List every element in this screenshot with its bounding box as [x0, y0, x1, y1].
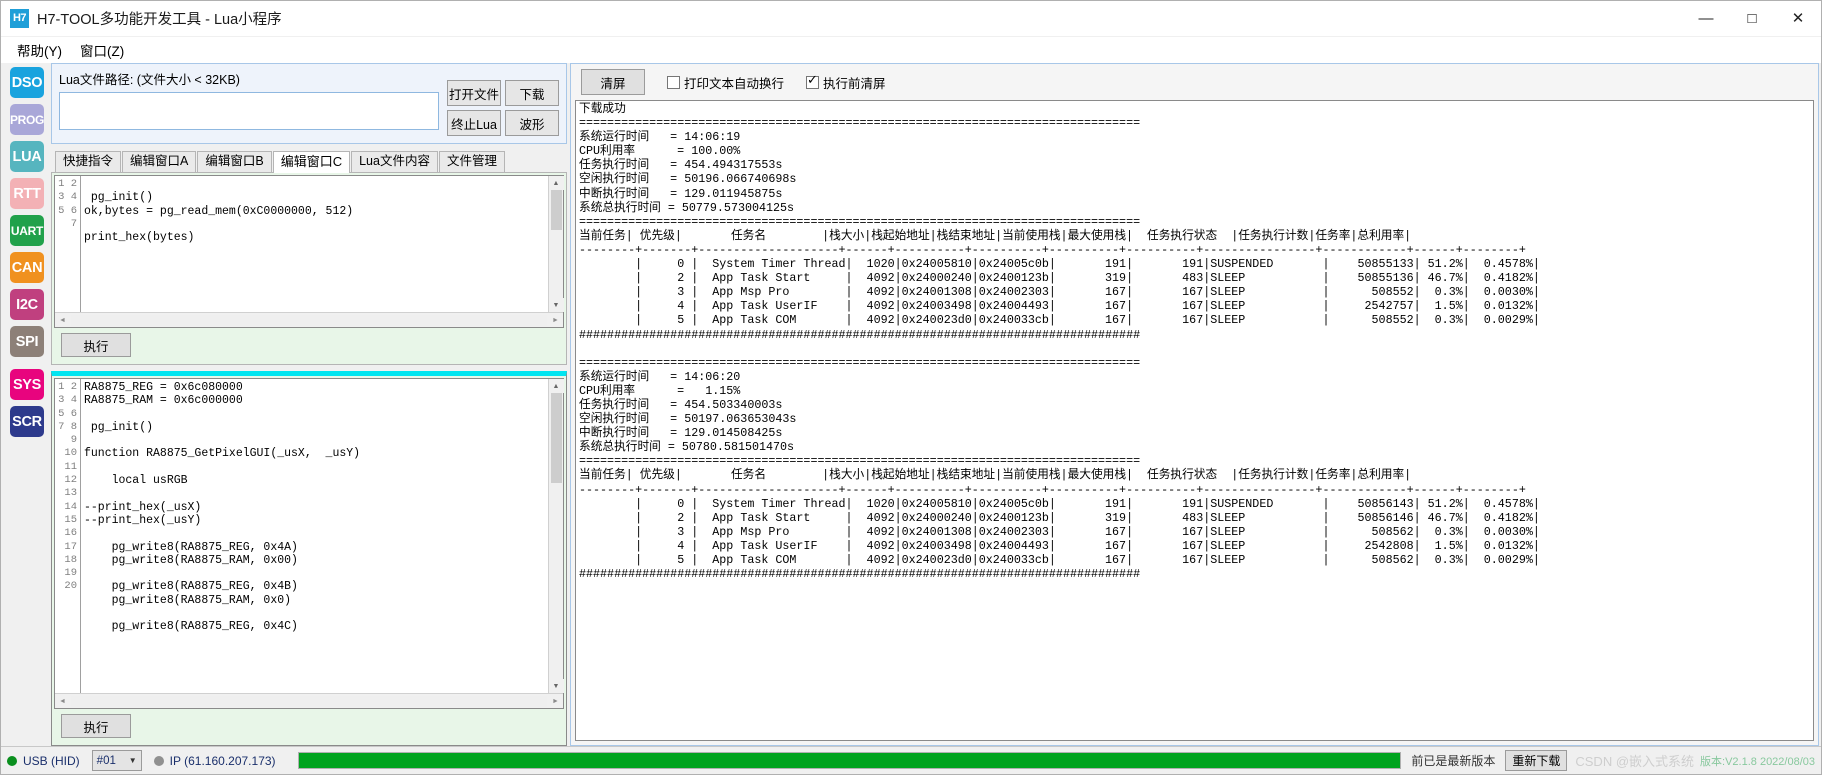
lua-path-label: Lua文件路径: (文件大小 < 32KB): [59, 73, 240, 87]
version-status-text: 前已是最新版本: [1411, 754, 1496, 768]
clear-screen-button[interactable]: 清屏: [581, 69, 645, 95]
editor-c-vertical-scrollbar[interactable]: ▲ ▼: [548, 176, 564, 312]
sidebar-rail: DSO PROG LUA RTT UART CAN I2C SPI SYS SC…: [3, 63, 51, 746]
tab-quick-commands[interactable]: 快捷指令: [55, 151, 122, 172]
editor-secondary-code[interactable]: RA8875_REG = 0x6c080000 RA8875_RAM = 0x6…: [81, 379, 548, 693]
version-watermark-text: 版本:V2.1.8 2022/08/03: [1700, 755, 1815, 768]
execute-button-bottom[interactable]: 执行: [61, 714, 131, 738]
scroll-left-icon[interactable]: ◄: [55, 698, 70, 705]
left-panel: Lua文件路径: (文件大小 < 32KB) 打开文件 下载 终止Lua 波形 …: [51, 63, 570, 746]
editor-c-frame: 1 2 3 4 5 6 7 pg_init() ok,bytes = pg_re…: [54, 175, 564, 328]
open-file-button[interactable]: 打开文件: [447, 80, 501, 106]
editor-c-panel: 1 2 3 4 5 6 7 pg_init() ok,bytes = pg_re…: [51, 173, 567, 365]
output-toolbar: 清屏 打印文本自动换行 执行前清屏: [575, 68, 1814, 96]
close-button[interactable]: ✕: [1775, 1, 1821, 37]
editor-c-hscroll-thumb[interactable]: [71, 314, 547, 326]
editor-c-scroll-thumb[interactable]: [550, 190, 562, 230]
scroll-up-icon[interactable]: ▲: [548, 379, 564, 393]
usb-status: USB (HID): [7, 754, 80, 768]
tab-file-manager[interactable]: 文件管理: [438, 151, 505, 172]
ip-status-led-icon: [153, 755, 164, 766]
title-bar: H7 H7-TOOL多功能开发工具 - Lua小程序 — □ ✕: [1, 1, 1821, 37]
application-window: H7 H7-TOOL多功能开发工具 - Lua小程序 — □ ✕ 帮助(Y) 窗…: [0, 0, 1822, 775]
scroll-left-icon[interactable]: ◄: [55, 317, 70, 324]
app-logo-icon: H7: [10, 9, 29, 28]
clear-before-run-checkbox-box[interactable]: [806, 73, 820, 89]
tab-editor-c[interactable]: 编辑窗口C: [272, 151, 351, 173]
lua-path-input[interactable]: [59, 92, 439, 130]
auto-wrap-checkbox[interactable]: 打印文本自动换行: [667, 73, 784, 92]
editor-secondary-vertical-scrollbar[interactable]: ▲ ▼: [548, 379, 564, 693]
download-button[interactable]: 下载: [505, 80, 559, 106]
editor-c-code[interactable]: pg_init() ok,bytes = pg_read_mem(0xC0000…: [81, 176, 548, 312]
auto-wrap-checkbox-label: 打印文本自动换行: [684, 76, 785, 91]
progress-bar: [297, 752, 1402, 769]
scroll-up-icon[interactable]: ▲: [548, 176, 564, 190]
editor-secondary-exec-bar: 执行: [54, 709, 564, 743]
output-panel: 清屏 打印文本自动换行 执行前清屏 下载成功 =================…: [570, 63, 1819, 746]
tab-editor-a[interactable]: 编辑窗口A: [122, 151, 197, 172]
device-select[interactable]: #01 ▼: [91, 750, 142, 771]
sidebar-item-i2c[interactable]: I2C: [10, 289, 44, 320]
execute-button-top[interactable]: 执行: [61, 333, 131, 357]
watermark-text: CSDN @嵌入式系统: [1575, 754, 1695, 769]
maximize-button[interactable]: □: [1729, 1, 1775, 37]
clear-before-run-checkbox-label: 执行前清屏: [823, 76, 886, 91]
scroll-down-icon[interactable]: ▼: [548, 298, 564, 312]
editor-c-exec-bar: 执行: [54, 328, 564, 362]
redownload-button[interactable]: 重新下载: [1505, 750, 1568, 771]
tab-lua-file-content[interactable]: Lua文件内容: [351, 151, 438, 172]
editor-c-horizontal-scrollbar[interactable]: ◄ ►: [55, 312, 563, 327]
usb-status-label: USB (HID): [23, 753, 80, 768]
editor-secondary-horizontal-scrollbar[interactable]: ◄ ►: [55, 693, 563, 708]
chevron-down-icon: ▼: [128, 756, 137, 765]
sidebar-item-rtt[interactable]: RTT: [10, 178, 44, 209]
sidebar-item-scr[interactable]: SCR: [10, 406, 44, 437]
menu-item-window[interactable]: 窗口(Z): [72, 37, 134, 63]
stop-lua-button[interactable]: 终止Lua: [447, 110, 501, 136]
scroll-down-icon[interactable]: ▼: [548, 679, 564, 693]
lua-path-buttons: 打开文件 下载 终止Lua 波形: [447, 80, 559, 136]
ip-status: IP (61.160.207.173): [153, 753, 276, 768]
scroll-right-icon[interactable]: ►: [548, 317, 563, 324]
editor-secondary-scroll-thumb[interactable]: [550, 393, 562, 483]
editor-tabstrip: 快捷指令 编辑窗口A 编辑窗口B 编辑窗口C Lua文件内容 文件管理: [51, 151, 567, 173]
editor-secondary-panel: 1 2 3 4 5 6 7 8 9 10 11 12 13 14 15 16 1…: [51, 371, 567, 746]
editor-c-line-numbers: 1 2 3 4 5 6 7: [55, 176, 81, 312]
lua-path-group: Lua文件路径: (文件大小 < 32KB): [59, 69, 439, 130]
menu-bar: 帮助(Y) 窗口(Z): [1, 37, 1821, 63]
minimize-button[interactable]: —: [1683, 1, 1729, 37]
sidebar-item-prog[interactable]: PROG: [10, 104, 44, 135]
sidebar-item-lua[interactable]: LUA: [10, 141, 44, 172]
tab-editor-b[interactable]: 编辑窗口B: [197, 151, 272, 172]
sidebar-item-spi[interactable]: SPI: [10, 326, 44, 357]
main-body: DSO PROG LUA RTT UART CAN I2C SPI SYS SC…: [1, 63, 1821, 746]
ip-status-label: IP (61.160.207.173): [169, 753, 276, 768]
sidebar-item-can[interactable]: CAN: [10, 252, 44, 283]
editor-secondary-hscroll-thumb[interactable]: [71, 695, 547, 707]
menu-item-help[interactable]: 帮助(Y): [9, 37, 72, 63]
usb-status-led-icon: [7, 755, 17, 766]
waveform-button[interactable]: 波形: [505, 110, 559, 136]
editor-secondary-line-numbers: 1 2 3 4 5 6 7 8 9 10 11 12 13 14 15 16 1…: [55, 379, 81, 693]
sidebar-item-dso[interactable]: DSO: [10, 67, 44, 98]
window-title: H7-TOOL多功能开发工具 - Lua小程序: [37, 12, 282, 28]
status-bar: USB (HID) #01 ▼ IP (61.160.207.173) 前已是最…: [1, 746, 1821, 774]
sidebar-item-uart[interactable]: UART: [10, 215, 44, 246]
output-console[interactable]: 下载成功 ===================================…: [575, 100, 1814, 741]
progress-bar-fill: [298, 753, 1401, 768]
editor-secondary-frame: 1 2 3 4 5 6 7 8 9 10 11 12 13 14 15 16 1…: [54, 378, 564, 709]
auto-wrap-checkbox-box[interactable]: [667, 75, 680, 89]
sidebar-item-sys[interactable]: SYS: [10, 369, 44, 400]
lua-path-panel: Lua文件路径: (文件大小 < 32KB) 打开文件 下载 终止Lua 波形: [51, 63, 567, 144]
scroll-right-icon[interactable]: ►: [548, 698, 563, 705]
clear-before-run-checkbox[interactable]: 执行前清屏: [806, 73, 886, 92]
device-select-value: #01: [96, 754, 116, 767]
